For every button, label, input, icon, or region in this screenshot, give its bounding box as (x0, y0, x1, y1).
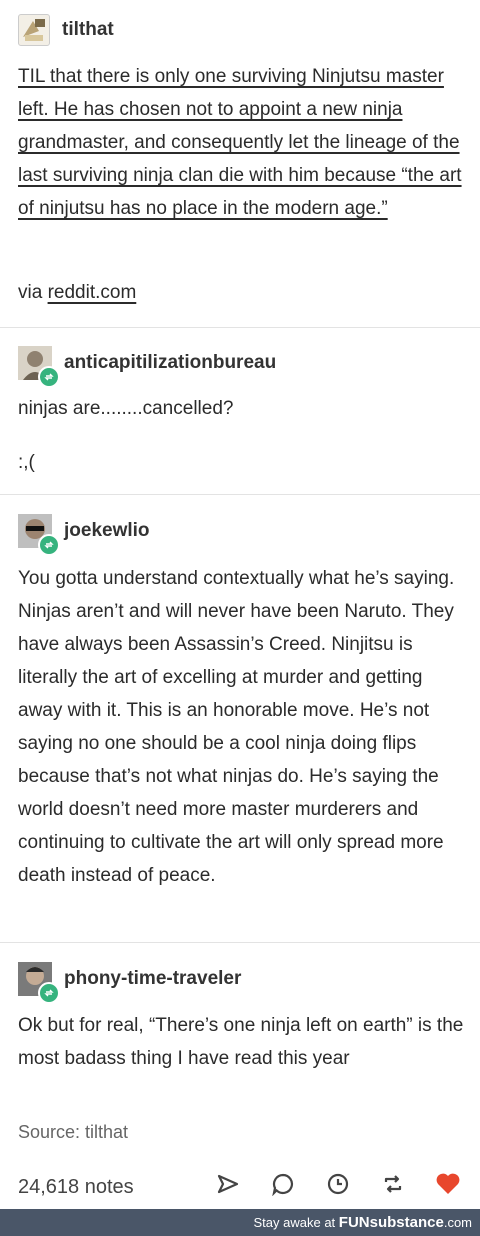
username[interactable]: tilthat (62, 19, 114, 41)
post-header-phony-time-traveler: phony-time-traveler (18, 962, 241, 1004)
post-body-text: Ok but for real, “There’s one ninja left… (18, 1015, 464, 1069)
post-header-tilthat: tilthat (18, 14, 114, 46)
post-body-text: TIL that there is only one surviving Nin… (18, 66, 462, 219)
reblog-badge-icon (38, 982, 60, 1004)
heart-icon[interactable] (434, 1170, 462, 1198)
post-body-text: You gotta understand contextually what h… (18, 568, 455, 886)
footer-text: Stay awake at FUNsubstance.com (254, 1214, 472, 1231)
watermark-footer: Stay awake at FUNsubstance.com (0, 1209, 480, 1236)
avatar-tilthat[interactable] (18, 14, 50, 46)
via-link[interactable]: reddit.com (48, 282, 137, 303)
footer-prefix: Stay awake at (253, 1215, 339, 1230)
avatar-image (23, 19, 45, 41)
via-prefix: via (18, 282, 48, 303)
username[interactable]: anticapitilizationbureau (64, 352, 276, 374)
post-header-anticapitilizationbureau: anticapitilizationbureau (18, 346, 276, 388)
reblog-badge-icon (38, 366, 60, 388)
username[interactable]: phony-time-traveler (64, 968, 241, 990)
via-line: via reddit.com (18, 276, 468, 309)
avatar-anticapitilizationbureau[interactable] (18, 346, 60, 388)
divider (0, 942, 480, 943)
footer-brand: FUNsubstance (338, 1214, 444, 1231)
post-body-line: :,( (18, 452, 35, 473)
footer-suffix: .com (443, 1215, 472, 1230)
avatar-phony-time-traveler[interactable] (18, 962, 60, 1004)
reblog-badge-icon (38, 534, 60, 556)
notes-count[interactable]: 24,618 notes (18, 1176, 134, 1199)
clock-icon[interactable] (324, 1170, 352, 1198)
comment-icon[interactable] (269, 1170, 297, 1198)
post-actions (214, 1170, 462, 1198)
post-body-line: ninjas are........cancelled? (18, 398, 234, 419)
divider (0, 327, 480, 328)
avatar-joekewlio[interactable] (18, 514, 60, 556)
post-header-joekewlio: joekewlio (18, 514, 150, 556)
source-line[interactable]: Source: tilthat (18, 1122, 128, 1143)
share-icon[interactable] (214, 1170, 242, 1198)
reblog-icon[interactable] (379, 1170, 407, 1198)
divider (0, 494, 480, 495)
username[interactable]: joekewlio (64, 520, 150, 542)
